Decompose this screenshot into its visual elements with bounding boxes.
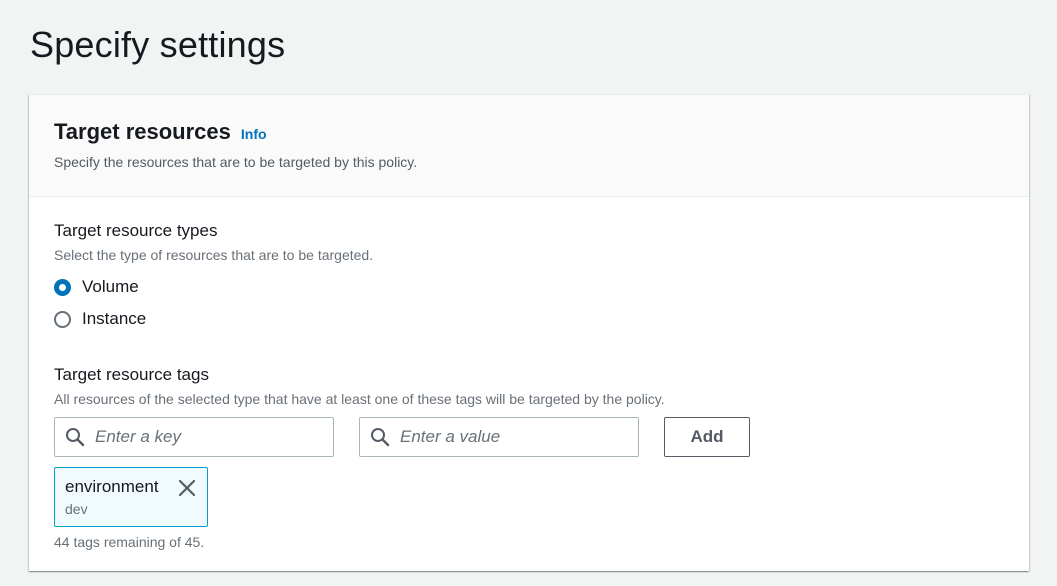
resource-types-label: Target resource types <box>54 221 218 240</box>
resource-types-field: Target resource types Select the type of… <box>54 221 1004 335</box>
radio-option-instance[interactable]: Instance <box>54 303 1004 335</box>
info-link[interactable]: Info <box>241 126 267 142</box>
container-header: Target resources Info Specify the resour… <box>29 95 1029 197</box>
radio-label-instance[interactable]: Instance <box>82 309 146 329</box>
radio-button-volume[interactable] <box>54 278 71 296</box>
tag-value-input[interactable] <box>400 427 620 447</box>
container-description: Specify the resources that are to be tar… <box>54 154 418 170</box>
container-title: Target resources <box>54 119 231 144</box>
tag-inputs-row: Add <box>54 417 1004 457</box>
radio-label-volume[interactable]: Volume <box>82 277 139 297</box>
tag-token-value: dev <box>65 501 88 517</box>
close-icon[interactable] <box>177 478 197 498</box>
resource-tags-description: All resources of the selected type that … <box>54 391 665 407</box>
search-icon <box>371 428 390 447</box>
container-body: Target resource types Select the type of… <box>29 197 1029 550</box>
tag-value-search[interactable] <box>359 417 639 457</box>
tag-token: environment dev <box>54 467 208 527</box>
radio-button-instance[interactable] <box>54 310 71 328</box>
search-icon <box>66 428 85 447</box>
tags-remaining-text: 44 tags remaining of 45. <box>54 534 205 550</box>
target-resources-container: Target resources Info Specify the resour… <box>29 94 1029 571</box>
resource-tags-field: Target resource tags All resources of th… <box>54 365 1004 550</box>
resource-tags-label: Target resource tags <box>54 365 209 384</box>
tag-key-search[interactable] <box>54 417 334 457</box>
resource-types-description: Select the type of resources that are to… <box>54 247 374 263</box>
resource-type-radio-group: Volume Instance <box>54 271 1004 335</box>
add-tag-button[interactable]: Add <box>664 417 750 457</box>
tag-key-input[interactable] <box>95 427 315 447</box>
radio-option-volume[interactable]: Volume <box>54 271 1004 303</box>
page-title: Specify settings <box>30 24 286 65</box>
